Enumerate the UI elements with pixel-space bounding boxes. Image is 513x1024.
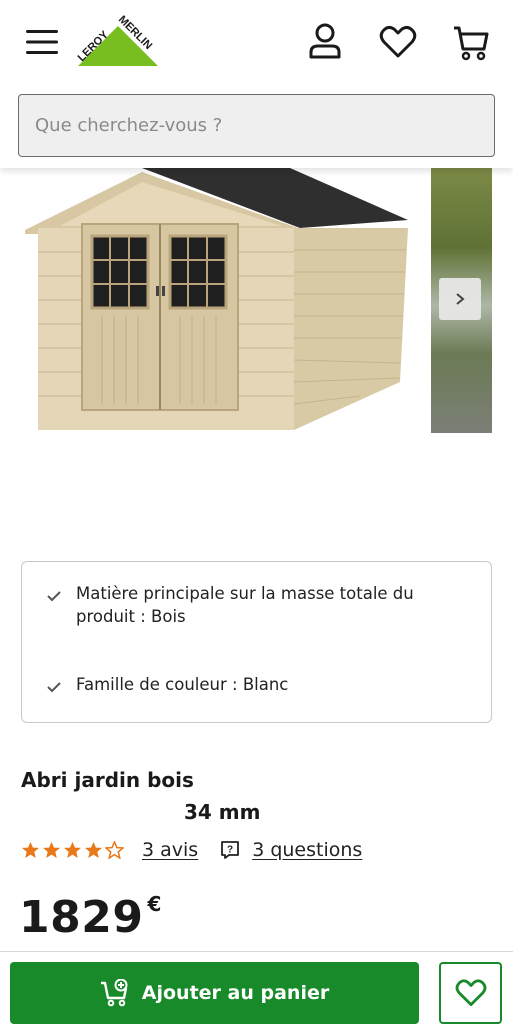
menu-icon[interactable] — [26, 28, 58, 56]
star-icon — [21, 841, 40, 859]
add-to-cart-button[interactable]: Ajouter au panier — [10, 962, 419, 1024]
star-icon — [84, 841, 103, 859]
product-features: Matière principale sur la masse totale d… — [21, 561, 492, 723]
product-price: 1829 € — [19, 888, 161, 948]
gallery-next-button[interactable] — [439, 278, 481, 320]
leroy-merlin-logo[interactable]: LEROY MERLIN — [74, 14, 162, 70]
cart-icon[interactable] — [452, 24, 490, 62]
rating-stars — [21, 841, 126, 859]
feature-item: Matière principale sur la masse totale d… — [46, 582, 436, 628]
feature-text: Famille de couleur : Blanc — [76, 675, 289, 694]
product-title-line2: 34 mm — [184, 800, 261, 824]
star-icon — [63, 841, 82, 859]
svg-text:?: ? — [227, 845, 233, 856]
heart-icon[interactable] — [379, 24, 417, 60]
product-title: Abri jardin bois 34 mm — [21, 764, 491, 828]
divider — [0, 951, 513, 952]
heart-icon — [455, 979, 486, 1007]
product-title-line1: Abri jardin bois — [21, 768, 194, 792]
search-placeholder: Que cherchez-vous ? — [35, 115, 223, 136]
check-icon — [47, 682, 61, 693]
cart-plus-icon — [100, 979, 128, 1007]
chevron-right-icon — [456, 293, 465, 305]
product-image — [25, 168, 408, 430]
question-icon: ? — [220, 840, 240, 860]
add-to-wishlist-button[interactable] — [439, 962, 502, 1024]
price-currency: € — [147, 892, 162, 916]
star-outline-icon — [105, 841, 124, 859]
price-value: 1829 — [19, 892, 144, 943]
feature-text: Matière principale sur la masse totale d… — [76, 584, 414, 626]
questions-link[interactable]: 3 questions — [252, 839, 362, 861]
check-icon — [47, 591, 61, 602]
header: LEROY MERLIN Que cherchez-vous ? — [0, 0, 513, 168]
add-to-cart-label: Ajouter au panier — [141, 982, 330, 1004]
product-gallery[interactable] — [0, 168, 513, 438]
star-icon — [42, 841, 61, 859]
reviews-link[interactable]: 3 avis — [142, 839, 198, 861]
account-icon[interactable] — [308, 22, 342, 60]
feature-item: Famille de couleur : Blanc — [46, 673, 436, 696]
rating-row: 3 avis ? 3 questions — [21, 836, 362, 864]
search-input[interactable]: Que cherchez-vous ? — [18, 94, 495, 157]
